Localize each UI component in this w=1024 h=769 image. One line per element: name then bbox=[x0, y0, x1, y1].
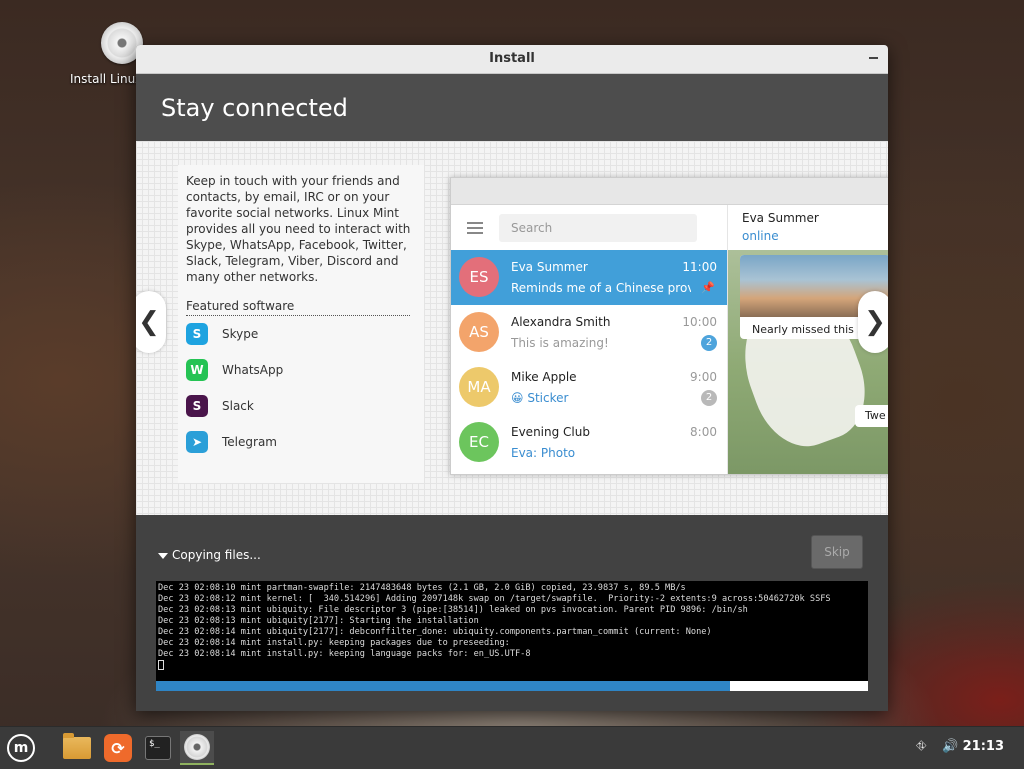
chat-time: 9:00 bbox=[690, 370, 717, 384]
slide-text-panel: Keep in touch with your friends and cont… bbox=[178, 165, 424, 483]
featured-app-label: Telegram bbox=[222, 435, 277, 449]
volume-icon[interactable]: 🔊 bbox=[942, 739, 958, 754]
log-line: Dec 23 02:08:14 mint install.py: keeping… bbox=[158, 638, 510, 648]
featured-app-whatsapp: W WhatsApp bbox=[178, 352, 424, 388]
unread-badge: 2 bbox=[701, 335, 717, 351]
featured-app-label: Skype bbox=[222, 327, 259, 341]
chat-row: ES Eva Summer 11:00 Reminds me of a Chinese… bbox=[451, 250, 727, 305]
installer-window: Install Stay connected Keep in touch wit… bbox=[136, 45, 888, 711]
log-line: Dec 23 02:08:14 mint ubiquity[2177]: deb… bbox=[158, 627, 712, 637]
expander-triangle-icon bbox=[158, 552, 168, 559]
chat-preview: This is amazing! bbox=[511, 336, 609, 350]
chat-avatar: ES bbox=[459, 257, 499, 297]
chat-rows: ES Eva Summer 11:00 Reminds me of a Chinese… bbox=[451, 250, 727, 470]
minimize-icon[interactable] bbox=[869, 57, 878, 59]
terminal-launcher[interactable]: $_ bbox=[141, 731, 175, 765]
slideshow: Keep in touch with your friends and cont… bbox=[136, 141, 888, 515]
chat-row: AS Alexandra Smith 10:00 This is amazing! 2 bbox=[451, 305, 727, 360]
next-slide-button[interactable]: ❯ bbox=[858, 291, 888, 353]
previous-slide-button[interactable]: ❮ bbox=[136, 291, 166, 353]
log-line: Dec 23 02:08:13 mint ubiquity[2177]: Sta… bbox=[158, 616, 479, 626]
chat-name: Evening Club bbox=[511, 425, 590, 439]
install-status-text: Copying files... bbox=[172, 548, 261, 562]
mint-menu-button[interactable]: m bbox=[4, 731, 38, 765]
log-line: Dec 23 02:08:14 mint install.py: keeping… bbox=[158, 649, 531, 659]
log-line: Dec 23 02:08:12 mint kernel: [ 340.51429… bbox=[158, 594, 831, 604]
progress-section: Copying files... Skip Dec 23 02:08:10 mi… bbox=[136, 515, 888, 711]
terminal-cursor bbox=[158, 660, 164, 670]
slide-intro-text: Keep in touch with your friends and cont… bbox=[186, 174, 411, 284]
chat-name: Alexandra Smith bbox=[511, 315, 611, 329]
files-launcher[interactable] bbox=[60, 731, 94, 765]
chat-avatar: EC bbox=[459, 422, 499, 462]
featured-app-telegram: ➤ Telegram bbox=[178, 424, 424, 460]
chat-preview: Eva: Photo bbox=[511, 446, 576, 460]
files-icon bbox=[63, 733, 91, 759]
conversation-contact-status: online bbox=[742, 229, 779, 243]
conversation-contact-name: Eva Summer bbox=[742, 211, 819, 225]
featured-app-label: Slack bbox=[222, 399, 254, 413]
log-lines: Dec 23 02:08:10 mint partman-swapfile: 2… bbox=[158, 583, 868, 660]
window-titlebar[interactable]: Install bbox=[136, 45, 888, 74]
telegram-chat-list: Search ES Eva Summer 11:00 Reminds me of a … bbox=[451, 205, 728, 474]
telegram-search-input: Search bbox=[499, 213, 697, 242]
featured-software-title: Featured software bbox=[186, 299, 410, 316]
window-title: Install bbox=[489, 51, 535, 66]
network-icon[interactable]: ⛗ bbox=[916, 739, 926, 754]
firefox-icon: ⟳ bbox=[104, 734, 132, 762]
featured-app-label: WhatsApp bbox=[222, 363, 284, 377]
chat-name: Eva Summer bbox=[511, 260, 588, 274]
conversation-header: Eva Summer online bbox=[728, 205, 888, 250]
log-line: Dec 23 02:08:10 mint partman-swapfile: 2… bbox=[158, 583, 686, 593]
log-line: Dec 23 02:08:13 mint ubiquity: File desc… bbox=[158, 605, 748, 615]
unread-badge: 2 bbox=[701, 390, 717, 406]
chat-name: Mike Apple bbox=[511, 370, 577, 384]
telegram-search-row: Search bbox=[451, 205, 727, 250]
whatsapp-icon: W bbox=[186, 359, 208, 381]
featured-app-slack: S Slack bbox=[178, 388, 424, 424]
chat-avatar: AS bbox=[459, 312, 499, 352]
firefox-launcher[interactable]: ⟳ bbox=[101, 731, 135, 765]
slack-icon: S bbox=[186, 395, 208, 417]
screenshot-titlebar bbox=[451, 178, 888, 205]
message-bubble: Twe bbox=[855, 405, 888, 427]
chat-avatar: MA bbox=[459, 367, 499, 407]
featured-app-skype: S Skype bbox=[178, 316, 424, 352]
skype-icon: S bbox=[186, 323, 208, 345]
progress-fill bbox=[156, 681, 730, 691]
slide-heading: Stay connected bbox=[161, 94, 348, 122]
install-log[interactable]: Dec 23 02:08:10 mint partman-swapfile: 2… bbox=[156, 581, 868, 681]
skip-button[interactable]: Skip bbox=[811, 535, 863, 569]
chat-preview: 😀 Sticker bbox=[511, 391, 569, 405]
menu-icon bbox=[467, 219, 483, 237]
install-progress-bar bbox=[156, 681, 868, 691]
telegram-icon: ➤ bbox=[186, 431, 208, 453]
installer-task[interactable] bbox=[180, 731, 214, 765]
chat-row: EC Evening Club 8:00 Eva: Photo bbox=[451, 415, 727, 470]
terminal-icon: $_ bbox=[145, 736, 171, 760]
chat-row: MA Mike Apple 9:00 😀 Sticker 2 bbox=[451, 360, 727, 415]
chat-preview: Reminds me of a Chinese prover... bbox=[511, 281, 691, 295]
slide-header: Stay connected bbox=[136, 74, 888, 142]
chat-time: 11:00 bbox=[682, 260, 717, 274]
taskbar: m ⟳ $_ ⛗ 🔊 21:13 bbox=[0, 726, 1024, 769]
telegram-screenshot: Search ES Eva Summer 11:00 Reminds me of a … bbox=[450, 177, 888, 475]
clock[interactable]: 21:13 bbox=[963, 739, 1004, 754]
install-status[interactable]: Copying files... bbox=[158, 548, 261, 562]
chat-time: 10:00 bbox=[682, 315, 717, 329]
chat-time: 8:00 bbox=[690, 425, 717, 439]
featured-software-list: S Skype W WhatsApp S Slack ➤ Telegram bbox=[178, 316, 424, 460]
mint-menu-icon: m bbox=[7, 734, 35, 762]
pin-icon: 📌 bbox=[701, 281, 715, 294]
installer-disc-icon bbox=[184, 734, 210, 760]
